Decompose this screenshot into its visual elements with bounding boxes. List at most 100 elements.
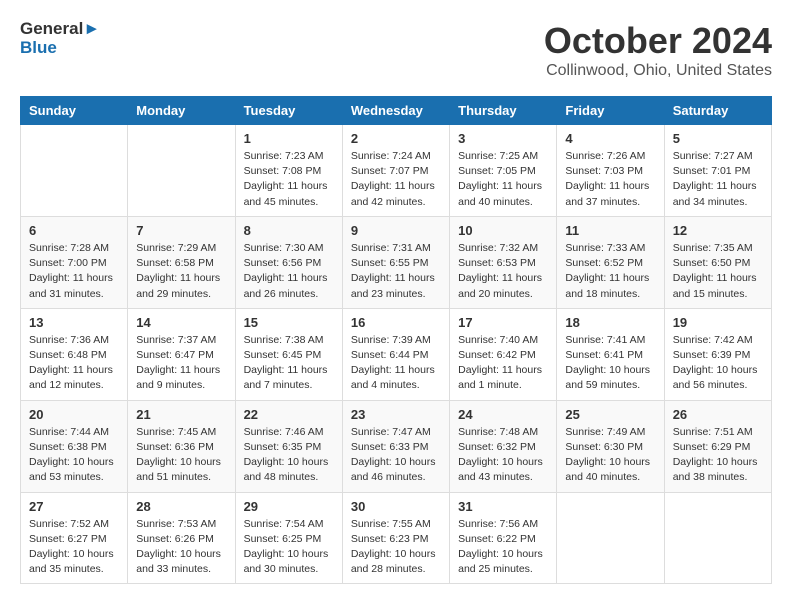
header-tuesday: Tuesday: [235, 97, 342, 125]
location: Collinwood, Ohio, United States: [544, 62, 772, 80]
cell-w4-d4: 23Sunrise: 7:47 AM Sunset: 6:33 PM Dayli…: [342, 400, 449, 492]
cell-w2-d6: 11 Sunrise: 7:33 AM Sunset: 6:52 PM Dayli…: [557, 216, 664, 308]
day-number: 27: [29, 499, 119, 514]
day-number: 30: [351, 499, 441, 514]
cell-w1-d5: 3 Sunrise: 7:25 AM Sunset: 7:05 PM Daylig…: [450, 125, 557, 217]
day-info: Sunrise: 7:45 AM Sunset: 6:36 PM Dayligh…: [136, 425, 226, 486]
header-saturday: Saturday: [664, 97, 771, 125]
cell-w5-d7: [664, 492, 771, 584]
cell-w4-d1: 20 Sunrise: 7:44 AM Sunset: 6:38 PM Dayli…: [21, 400, 128, 492]
day-number: 12: [673, 223, 763, 238]
calendar-body: 1 Sunrise: 7:23 AM Sunset: 7:08 PM Daylig…: [21, 125, 772, 584]
day-number: 10: [458, 223, 548, 238]
day-info: Sunrise: 7:39 AM Sunset: 6:44 PM Dayligh…: [351, 333, 441, 394]
header-monday: Monday: [128, 97, 235, 125]
day-info: Sunrise: 7:24 AM Sunset: 7:07 PM Dayligh…: [351, 149, 441, 210]
day-number: 4: [565, 131, 655, 146]
day-info: Sunrise: 7:33 AM Sunset: 6:52 PM Dayligh…: [565, 241, 655, 302]
logo: General► Blue: [20, 20, 100, 57]
day-info: Sunrise: 7:44 AM Sunset: 6:38 PM Dayligh…: [29, 425, 119, 486]
cell-w5-d4: 30Sunrise: 7:55 AM Sunset: 6:23 PM Dayli…: [342, 492, 449, 584]
cell-w3-d6: 18 Sunrise: 7:41 AM Sunset: 6:41 PM Dayli…: [557, 308, 664, 400]
day-info: Sunrise: 7:52 AM Sunset: 6:27 PM Dayligh…: [29, 517, 119, 578]
day-number: 5: [673, 131, 763, 146]
day-number: 21: [136, 407, 226, 422]
day-info: Sunrise: 7:31 AM Sunset: 6:55 PM Dayligh…: [351, 241, 441, 302]
week-row-2: 6Sunrise: 7:28 AM Sunset: 7:00 PM Daylig…: [21, 216, 772, 308]
day-number: 25: [565, 407, 655, 422]
cell-w3-d1: 13 Sunrise: 7:36 AM Sunset: 6:48 PM Dayli…: [21, 308, 128, 400]
cell-w5-d6: [557, 492, 664, 584]
cell-w2-d3: 8Sunrise: 7:30 AM Sunset: 6:56 PM Daylig…: [235, 216, 342, 308]
day-number: 3: [458, 131, 548, 146]
week-row-1: 1 Sunrise: 7:23 AM Sunset: 7:08 PM Daylig…: [21, 125, 772, 217]
day-number: 16: [351, 315, 441, 330]
day-number: 22: [244, 407, 334, 422]
cell-w3-d3: 15Sunrise: 7:38 AM Sunset: 6:45 PM Dayli…: [235, 308, 342, 400]
cell-w2-d7: 12 Sunrise: 7:35 AM Sunset: 6:50 PM Dayli…: [664, 216, 771, 308]
cell-w5-d1: 27 Sunrise: 7:52 AM Sunset: 6:27 PM Dayli…: [21, 492, 128, 584]
header-thursday: Thursday: [450, 97, 557, 125]
cell-w5-d3: 29Sunrise: 7:54 AM Sunset: 6:25 PM Dayli…: [235, 492, 342, 584]
day-number: 17: [458, 315, 548, 330]
day-number: 19: [673, 315, 763, 330]
day-number: 23: [351, 407, 441, 422]
day-number: 13: [29, 315, 119, 330]
cell-w1-d3: 1 Sunrise: 7:23 AM Sunset: 7:08 PM Daylig…: [235, 125, 342, 217]
day-number: 11: [565, 223, 655, 238]
day-info: Sunrise: 7:53 AM Sunset: 6:26 PM Dayligh…: [136, 517, 226, 578]
day-info: Sunrise: 7:25 AM Sunset: 7:05 PM Dayligh…: [458, 149, 548, 210]
day-info: Sunrise: 7:29 AM Sunset: 6:58 PM Dayligh…: [136, 241, 226, 302]
calendar-header: Sunday Monday Tuesday Wednesday Thursday…: [21, 97, 772, 125]
cell-w4-d5: 24 Sunrise: 7:48 AM Sunset: 6:32 PM Dayli…: [450, 400, 557, 492]
day-number: 1: [244, 131, 334, 146]
cell-w2-d1: 6Sunrise: 7:28 AM Sunset: 7:00 PM Daylig…: [21, 216, 128, 308]
cell-w1-d7: 5 Sunrise: 7:27 AM Sunset: 7:01 PM Daylig…: [664, 125, 771, 217]
day-info: Sunrise: 7:26 AM Sunset: 7:03 PM Dayligh…: [565, 149, 655, 210]
day-number: 20: [29, 407, 119, 422]
day-number: 18: [565, 315, 655, 330]
cell-w2-d2: 7 Sunrise: 7:29 AM Sunset: 6:58 PM Daylig…: [128, 216, 235, 308]
cell-w2-d5: 10Sunrise: 7:32 AM Sunset: 6:53 PM Dayli…: [450, 216, 557, 308]
day-info: Sunrise: 7:27 AM Sunset: 7:01 PM Dayligh…: [673, 149, 763, 210]
cell-w4-d3: 22 Sunrise: 7:46 AM Sunset: 6:35 PM Dayli…: [235, 400, 342, 492]
cell-w5-d5: 31 Sunrise: 7:56 AM Sunset: 6:22 PM Dayli…: [450, 492, 557, 584]
day-info: Sunrise: 7:41 AM Sunset: 6:41 PM Dayligh…: [565, 333, 655, 394]
day-number: 26: [673, 407, 763, 422]
day-number: 6: [29, 223, 119, 238]
day-info: Sunrise: 7:51 AM Sunset: 6:29 PM Dayligh…: [673, 425, 763, 486]
cell-w3-d5: 17Sunrise: 7:40 AM Sunset: 6:42 PM Dayli…: [450, 308, 557, 400]
month-title: October 2024: [544, 20, 772, 62]
day-info: Sunrise: 7:56 AM Sunset: 6:22 PM Dayligh…: [458, 517, 548, 578]
cell-w4-d2: 21 Sunrise: 7:45 AM Sunset: 6:36 PM Dayli…: [128, 400, 235, 492]
week-row-5: 27 Sunrise: 7:52 AM Sunset: 6:27 PM Dayli…: [21, 492, 772, 584]
day-number: 31: [458, 499, 548, 514]
header-sunday: Sunday: [21, 97, 128, 125]
day-info: Sunrise: 7:48 AM Sunset: 6:32 PM Dayligh…: [458, 425, 548, 486]
day-number: 29: [244, 499, 334, 514]
day-info: Sunrise: 7:23 AM Sunset: 7:08 PM Dayligh…: [244, 149, 334, 210]
day-info: Sunrise: 7:46 AM Sunset: 6:35 PM Dayligh…: [244, 425, 334, 486]
day-number: 14: [136, 315, 226, 330]
cell-w5-d2: 28 Sunrise: 7:53 AM Sunset: 6:26 PM Dayli…: [128, 492, 235, 584]
cell-w3-d2: 14 Sunrise: 7:37 AM Sunset: 6:47 PM Dayli…: [128, 308, 235, 400]
day-number: 24: [458, 407, 548, 422]
cell-w3-d7: 19 Sunrise: 7:42 AM Sunset: 6:39 PM Dayli…: [664, 308, 771, 400]
title-block: October 2024 Collinwood, Ohio, United St…: [544, 20, 772, 80]
day-info: Sunrise: 7:36 AM Sunset: 6:48 PM Dayligh…: [29, 333, 119, 394]
header-row: Sunday Monday Tuesday Wednesday Thursday…: [21, 97, 772, 125]
cell-w4-d7: 26 Sunrise: 7:51 AM Sunset: 6:29 PM Dayli…: [664, 400, 771, 492]
day-number: 28: [136, 499, 226, 514]
day-info: Sunrise: 7:49 AM Sunset: 6:30 PM Dayligh…: [565, 425, 655, 486]
day-number: 7: [136, 223, 226, 238]
day-info: Sunrise: 7:35 AM Sunset: 6:50 PM Dayligh…: [673, 241, 763, 302]
cell-w4-d6: 25 Sunrise: 7:49 AM Sunset: 6:30 PM Dayli…: [557, 400, 664, 492]
day-number: 9: [351, 223, 441, 238]
day-info: Sunrise: 7:37 AM Sunset: 6:47 PM Dayligh…: [136, 333, 226, 394]
cell-w1-d4: 2Sunrise: 7:24 AM Sunset: 7:07 PM Daylig…: [342, 125, 449, 217]
header-wednesday: Wednesday: [342, 97, 449, 125]
cell-w2-d4: 9 Sunrise: 7:31 AM Sunset: 6:55 PM Daylig…: [342, 216, 449, 308]
cell-w1-d6: 4 Sunrise: 7:26 AM Sunset: 7:03 PM Daylig…: [557, 125, 664, 217]
day-info: Sunrise: 7:42 AM Sunset: 6:39 PM Dayligh…: [673, 333, 763, 394]
day-info: Sunrise: 7:30 AM Sunset: 6:56 PM Dayligh…: [244, 241, 334, 302]
